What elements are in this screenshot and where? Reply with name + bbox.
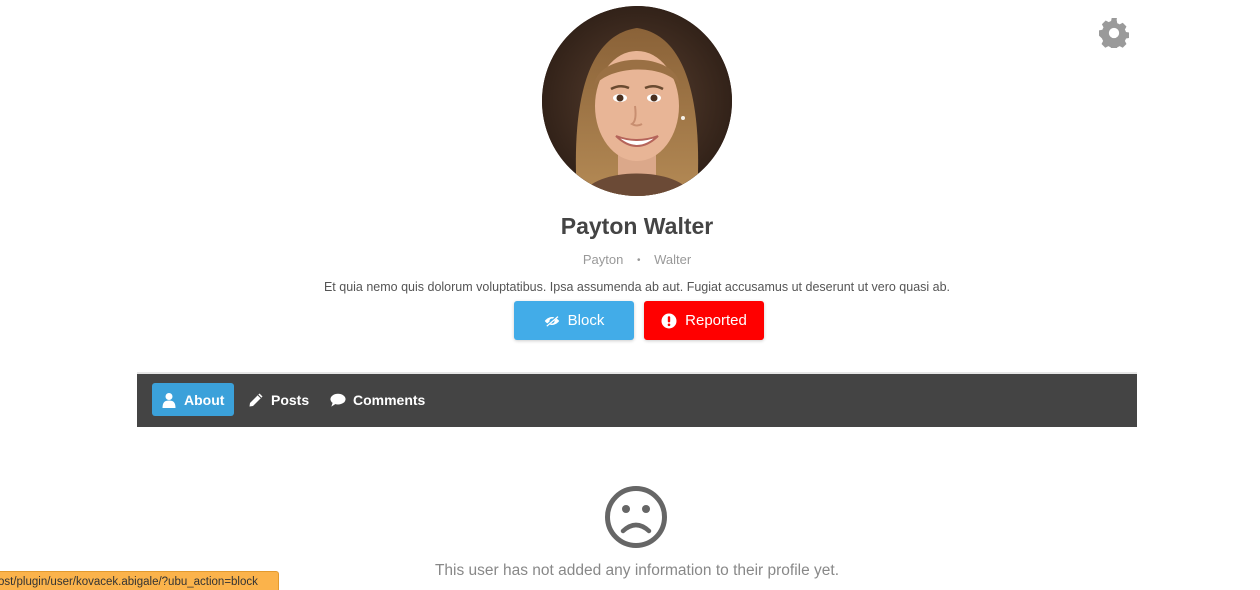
last-name: Walter bbox=[654, 252, 692, 267]
reported-button-label: Reported bbox=[685, 312, 747, 329]
exclamation-circle-icon bbox=[661, 313, 677, 329]
reported-button[interactable]: Reported bbox=[644, 301, 764, 340]
comment-icon bbox=[330, 392, 346, 408]
profile-page: Payton Walter Payton • Walter Et quia ne… bbox=[0, 0, 1260, 590]
profile-tab-bar: About Posts Comments bbox=[137, 372, 1137, 427]
eye-slash-icon bbox=[544, 313, 560, 329]
link-status-bar: ost/plugin/user/kovacek.abigale/?ubu_act… bbox=[0, 571, 279, 590]
tab-about[interactable]: About bbox=[152, 383, 234, 416]
tab-posts[interactable]: Posts bbox=[239, 383, 318, 416]
profile-name: Payton Walter bbox=[560, 213, 714, 239]
profile-bio: Et quia nemo quis dolorum voluptatibus. … bbox=[323, 280, 951, 294]
sad-face-icon bbox=[604, 485, 668, 549]
pencil-icon bbox=[248, 392, 264, 408]
meta-separator: • bbox=[636, 255, 641, 266]
status-url: ost/plugin/user/kovacek.abigale/?ubu_act… bbox=[0, 576, 258, 588]
settings-gear-icon[interactable] bbox=[1099, 18, 1129, 48]
profile-meta: Payton • Walter bbox=[0, 252, 1260, 267]
user-icon bbox=[161, 392, 177, 408]
tab-comments[interactable]: Comments bbox=[321, 383, 434, 416]
first-name: Payton bbox=[582, 252, 624, 267]
block-button-label: Block bbox=[567, 312, 605, 329]
avatar bbox=[542, 6, 732, 196]
tab-comments-label: Comments bbox=[353, 391, 426, 408]
tab-posts-label: Posts bbox=[271, 391, 310, 408]
block-button[interactable]: Block bbox=[514, 301, 634, 340]
tab-about-label: About bbox=[184, 391, 225, 408]
